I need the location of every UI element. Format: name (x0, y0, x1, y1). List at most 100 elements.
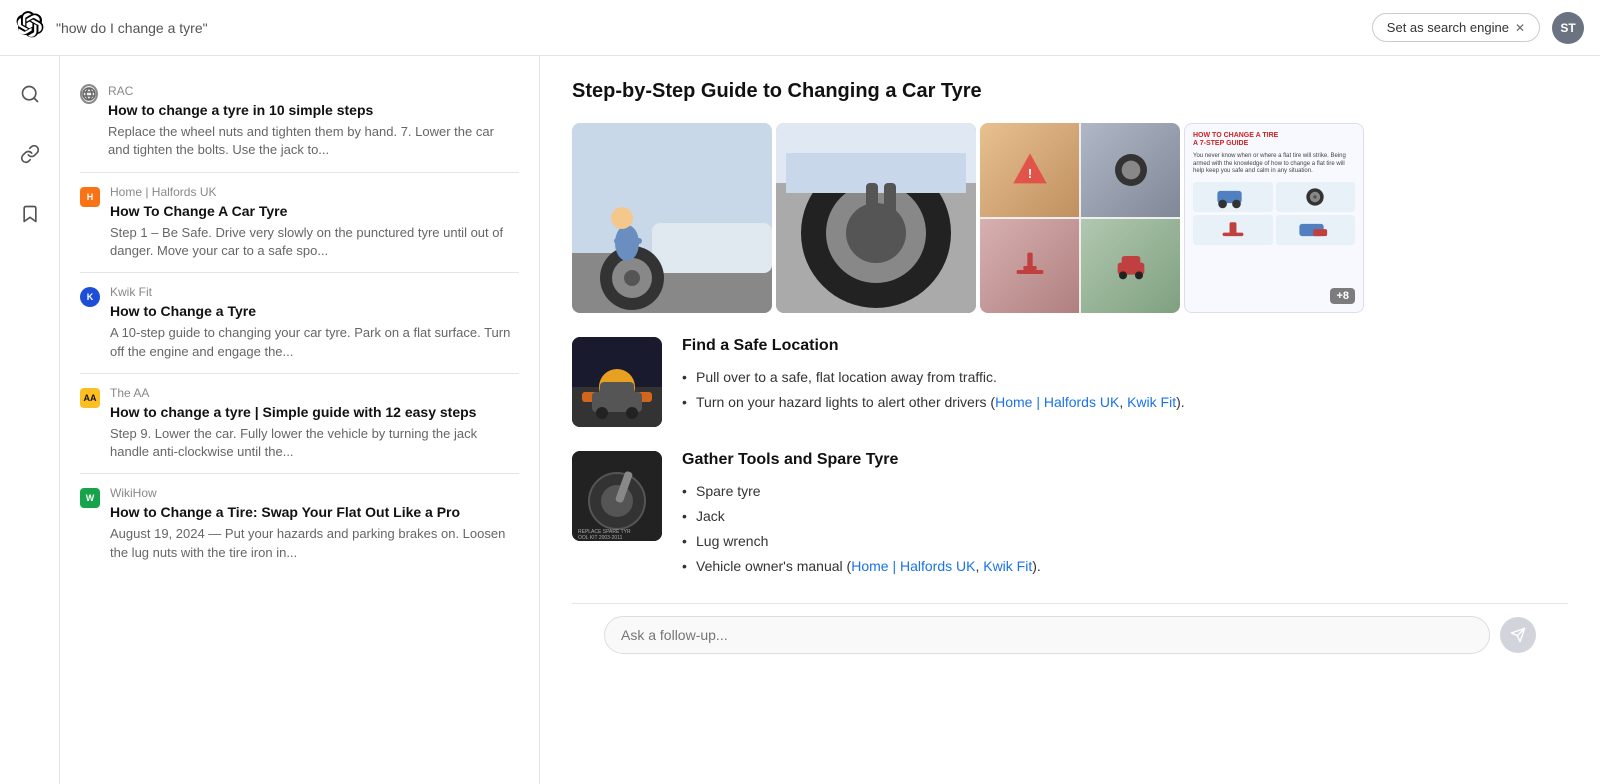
main-layout: RAC How to change a tyre in 10 simple st… (0, 56, 1600, 784)
section-content-safe-location: Find a Safe Location Pull over to a safe… (682, 337, 1568, 415)
guide-subtitle-text: You never know when or where a flat tire… (1193, 153, 1355, 176)
source-item-wikihow[interactable]: W WikiHow How to Change a Tire: Swap You… (60, 474, 539, 574)
source-item-theaa[interactable]: AA The AA How to change a tyre | Simple … (60, 374, 539, 474)
tyre-closeup-image[interactable] (776, 123, 976, 313)
tyre-guide-diagram[interactable]: HOW TO CHANGE A TIREA 7-STEP GUIDE You n… (1184, 123, 1364, 313)
halfords-link-safe[interactable]: Home | Halfords UK (995, 394, 1119, 410)
section-safe-location: Find a Safe Location Pull over to a safe… (572, 337, 1568, 427)
images-plus-badge[interactable]: +8 (1330, 288, 1355, 304)
collage-cell-4 (1081, 219, 1180, 313)
section-gather-tools: REPLACE SPARE TYR OOL KIT 2003-2011 Gath… (572, 451, 1568, 579)
source-site-wikihow: WikiHow (110, 486, 519, 500)
main-content-area: Step-by-Step Guide to Changing a Car Tyr… (540, 56, 1600, 784)
guide-step-3 (1193, 215, 1273, 245)
list-item-spare-tyre: Spare tyre (682, 479, 1568, 504)
list-item-hazard-lights: Turn on your hazard lights to alert othe… (682, 390, 1568, 415)
source-content-wikihow: WikiHow How to Change a Tire: Swap Your … (110, 486, 519, 562)
followup-send-button[interactable] (1500, 617, 1536, 653)
collage-cell-3 (980, 219, 1079, 313)
guide-content: HOW TO CHANGE A TIREA 7-STEP GUIDE You n… (1185, 124, 1363, 253)
set-search-engine-button[interactable]: Set as search engine ✕ (1372, 13, 1540, 42)
halfords-favicon: H (80, 187, 100, 207)
wikihow-favicon: W (80, 488, 100, 508)
tyre-small-icon (1111, 150, 1151, 190)
guide-step-1 (1193, 182, 1273, 212)
followup-input[interactable] (604, 616, 1490, 654)
sources-panel: RAC How to change a tyre in 10 simple st… (60, 56, 540, 784)
kwikfit-favicon: K (80, 287, 100, 307)
source-snippet-rac: Replace the wheel nuts and tighten them … (108, 123, 519, 159)
section-list-safe-location: Pull over to a safe, flat location away … (682, 365, 1568, 415)
source-item-rac[interactable]: RAC How to change a tyre in 10 simple st… (60, 72, 539, 172)
topbar: "how do I change a tyre" Set as search e… (0, 0, 1600, 56)
step3-icon (1215, 217, 1251, 243)
source-item-halfords[interactable]: H Home | Halfords UK How To Change A Car… (60, 173, 539, 273)
source-snippet-halfords: Step 1 – Be Safe. Drive very slowly on t… (110, 224, 519, 260)
sidebar-item-bookmark[interactable] (12, 196, 48, 232)
bookmark-icon (20, 204, 40, 224)
halfords-link-tools[interactable]: Home | Halfords UK (851, 558, 975, 574)
kwikfit-link-safe[interactable]: Kwik Fit (1127, 394, 1176, 410)
image-strip: ! (572, 123, 1568, 313)
source-title-theaa: How to change a tyre | Simple guide with… (110, 403, 519, 421)
source-title-wikihow: How to Change a Tire: Swap Your Flat Out… (110, 503, 519, 521)
sidebar-item-link[interactable] (12, 136, 48, 172)
send-icon (1510, 627, 1526, 643)
source-content-theaa: The AA How to change a tyre | Simple gui… (110, 386, 519, 462)
safe-location-illustration (572, 337, 662, 427)
list-item-jack: Jack (682, 504, 1568, 529)
step4-icon (1297, 217, 1333, 243)
person-tyre-illustration (572, 123, 772, 313)
section-content-gather-tools: Gather Tools and Spare Tyre Spare tyre J… (682, 451, 1568, 579)
source-site-halfords: Home | Halfords UK (110, 185, 519, 199)
source-snippet-kwikfit: A 10-step guide to changing your car tyr… (110, 324, 519, 360)
set-search-engine-label: Set as search engine (1387, 20, 1509, 35)
tools-illustration: REPLACE SPARE TYR OOL KIT 2003-2011 (572, 451, 662, 541)
source-item-kwikfit[interactable]: K Kwik Fit How to Change a Tyre A 10-ste… (60, 273, 539, 373)
tools-image[interactable]: REPLACE SPARE TYR OOL KIT 2003-2011 (572, 451, 662, 541)
jack-icon (1010, 246, 1050, 286)
source-content-halfords: Home | Halfords UK How To Change A Car T… (110, 185, 519, 261)
aa-favicon: AA (80, 388, 100, 408)
source-content-rac: RAC How to change a tyre in 10 simple st… (108, 84, 519, 160)
source-title-halfords: How To Change A Car Tyre (110, 202, 519, 220)
section-title-safe-location: Find a Safe Location (682, 337, 1568, 355)
car-icon (1111, 246, 1151, 286)
rac-favicon (80, 84, 98, 104)
source-snippet-wikihow: August 19, 2024 — Put your hazards and p… (110, 525, 519, 561)
guide-step-2 (1276, 182, 1356, 212)
kwikfit-link-tools[interactable]: Kwik Fit (983, 558, 1032, 574)
step2-icon (1297, 184, 1333, 210)
tyre-change-person-image[interactable] (572, 123, 772, 313)
collage-cell-1: ! (980, 123, 1079, 217)
sidebar-icons (0, 56, 60, 784)
safe-location-image[interactable] (572, 337, 662, 427)
guide-title-text: HOW TO CHANGE A TIREA 7-STEP GUIDE (1193, 132, 1355, 149)
list-item-lug-wrench: Lug wrench (682, 529, 1568, 554)
search-query-text: "how do I change a tyre" (56, 20, 1360, 36)
source-content-kwikfit: Kwik Fit How to Change a Tyre A 10-step … (110, 285, 519, 361)
close-icon[interactable]: ✕ (1515, 21, 1525, 35)
source-site-theaa: The AA (110, 386, 519, 400)
section-list-gather-tools: Spare tyre Jack Lug wrench Vehicle owner… (682, 479, 1568, 579)
section-title-gather-tools: Gather Tools and Spare Tyre (682, 451, 1568, 469)
search-icon (20, 84, 40, 104)
tyre-closeup-illustration (776, 123, 976, 313)
followup-bar (572, 603, 1568, 666)
link-icon (20, 144, 40, 164)
source-snippet-theaa: Step 9. Lower the car. Fully lower the v… (110, 425, 519, 461)
collage-cell-2 (1081, 123, 1180, 217)
step1-icon (1215, 184, 1251, 210)
user-avatar: ST (1552, 12, 1584, 44)
source-site-rac: RAC (108, 84, 519, 98)
sidebar-item-search[interactable] (12, 76, 48, 112)
tyre-steps-collage[interactable]: ! (980, 123, 1180, 313)
list-item-owners-manual: Vehicle owner's manual (Home | Halfords … (682, 554, 1568, 579)
main-title: Step-by-Step Guide to Changing a Car Tyr… (572, 80, 1568, 103)
globe-icon (82, 87, 96, 101)
source-title-kwikfit: How to Change a Tyre (110, 302, 519, 320)
source-title-rac: How to change a tyre in 10 simple steps (108, 101, 519, 119)
svg-text:!: ! (1027, 166, 1031, 181)
guide-steps-grid (1193, 182, 1355, 245)
guide-step-4 (1276, 215, 1356, 245)
